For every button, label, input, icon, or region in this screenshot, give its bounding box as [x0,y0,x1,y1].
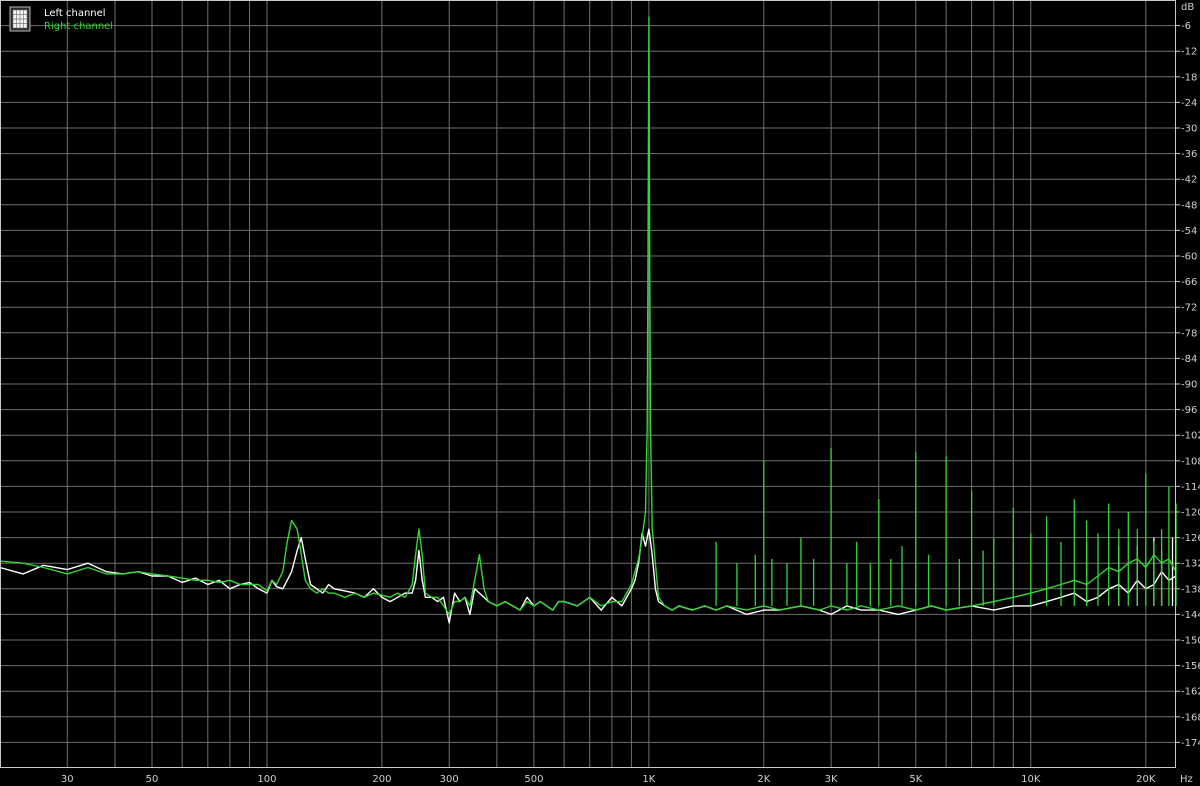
y-tick-label: -60 [1181,252,1197,263]
x-tick-label: 2K [757,774,770,785]
y-tick-label: -48 [1181,200,1197,211]
x-tick-label: 5K [909,774,922,785]
y-tick-label: -84 [1181,354,1197,365]
y-tick-label: -168 [1181,712,1200,723]
x-tick-label: 300 [440,774,459,785]
y-tick-label: -126 [1181,533,1200,544]
x-tick-label: 50 [146,774,159,785]
y-tick-label: -6 [1181,21,1191,32]
y-tick-label: -108 [1181,456,1200,467]
y-tick-label: -150 [1181,636,1200,647]
y-tick-label: -36 [1181,149,1197,160]
y-tick-label: -174 [1181,738,1200,749]
x-tick-label: 100 [257,774,276,785]
grid-icon [9,6,31,32]
y-tick-label: -66 [1181,277,1197,288]
y-tick-label: -138 [1181,584,1200,595]
x-tick-label: 30 [61,774,74,785]
y-tick-label: -102 [1181,431,1200,442]
y-tick-label: -96 [1181,405,1197,416]
y-tick-label: -54 [1181,226,1197,237]
y-tick-label: -132 [1181,559,1200,570]
y-axis: -6 -12 -18 -24 -30 -36 -42 -48 -54 -60 -66 -72 -78 -8… [1176,21,1200,749]
y-tick-label: -30 [1181,124,1197,135]
y-unit-label: dB [1181,2,1194,13]
y-tick-label: -24 [1181,98,1197,109]
y-tick-label: -18 [1181,72,1197,83]
y-tick-label: -114 [1181,482,1200,493]
y-tick-label: -120 [1181,508,1200,519]
x-axis: 30 50 100 200 300 500 1K 2K 3K 5K 10K 20K [61,774,1156,785]
x-tick-label: 20K [1136,774,1156,785]
x-tick-label: 500 [524,774,543,785]
y-tick-label: -90 [1181,380,1197,391]
y-tick-label: -162 [1181,687,1200,698]
y-tick-label: -42 [1181,175,1197,186]
x-unit-label: Hz [1180,774,1193,785]
y-tick-label: -72 [1181,303,1197,314]
spectrum-chart: -6 -12 -18 -24 -30 -36 -42 -48 -54 -60 -66 -72 -78 -8… [0,0,1200,785]
legend-right-channel: Right channel [44,21,113,32]
x-tick-label: 3K [825,774,838,785]
x-tick-label: 200 [372,774,391,785]
x-tick-label: 1K [642,774,655,785]
y-tick-label: -156 [1181,661,1200,672]
y-tick-label: -144 [1181,610,1200,621]
y-tick-label: -78 [1181,328,1197,339]
y-tick-label: -12 [1181,47,1197,58]
legend-left-channel: Left channel [44,8,106,19]
x-tick-label: 10K [1021,774,1041,785]
